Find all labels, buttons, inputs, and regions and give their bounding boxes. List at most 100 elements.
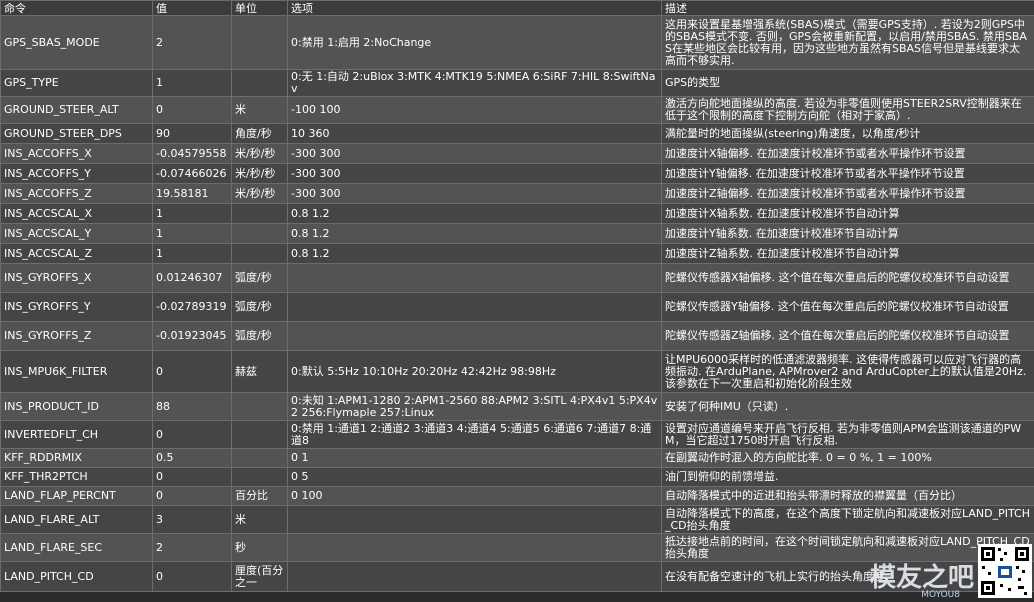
cell-description: 这用来设置星基增强系统(SBAS)模式（需要GPS支持）. 若设为2则GPS中的… (662, 16, 1034, 70)
cell-command: GPS_TYPE (1, 70, 153, 97)
cell-unit: 百分比 (232, 487, 288, 506)
cell-value[interactable]: 0.5 (153, 449, 232, 468)
cell-value[interactable]: 0 (153, 487, 232, 506)
cell-value[interactable]: 3 (153, 506, 232, 534)
cell-options: 0 1 (288, 449, 662, 468)
header-row: 命令 值 单位 选项 描述 (1, 1, 1034, 16)
cell-command: LAND_FLARE_SEC (1, 534, 153, 562)
cell-unit (232, 449, 288, 468)
cell-options: -100 100 (288, 97, 662, 124)
table-row[interactable]: INS_GYROFFS_X 0.01246307 弧度/秒 陀螺仪传感器X轴偏移… (1, 264, 1034, 293)
cell-command: INS_MPU6K_FILTER (1, 351, 153, 393)
cell-value[interactable]: 0 (153, 562, 232, 592)
table-row[interactable]: KFF_THR2PTCH 0 0 5 油门到俯仰的前馈增益. (1, 468, 1034, 487)
cell-description: 加速度计Z轴偏移. 在加速度计校准环节或者水平操作环节设置 (662, 184, 1034, 204)
cell-description: 让MPU6000采样时的低通滤波器频率. 这使得传感器可以应对飞行器的高频振动.… (662, 351, 1034, 393)
cell-value[interactable]: 1 (153, 70, 232, 97)
cell-command: INS_ACCOFFS_X (1, 144, 153, 164)
cell-options: -300 300 (288, 164, 662, 184)
cell-value[interactable]: 19.58181 (153, 184, 232, 204)
cell-unit: 米 (232, 506, 288, 534)
table-row[interactable]: INS_ACCOFFS_Z 19.58181 米/秒/秒 -300 300 加速… (1, 184, 1034, 204)
cell-command: GPS_SBAS_MODE (1, 16, 153, 70)
table-row[interactable]: LAND_FLAP_PERCNT 0 百分比 0 100 自动降落模式中的近进和… (1, 487, 1034, 506)
table-row[interactable]: INS_ACCOFFS_X -0.04579558 米/秒/秒 -300 300… (1, 144, 1034, 164)
table-row[interactable]: INVERTEDFLT_CH 0 0:禁用 1:通道1 2:通道2 3:通道3 … (1, 421, 1034, 449)
cell-value[interactable]: 90 (153, 124, 232, 144)
cell-value[interactable]: 1 (153, 244, 232, 264)
table-row[interactable]: KFF_RDDRMIX 0.5 0 1 在副翼动作时混入的方向舵比率. 0 = … (1, 449, 1034, 468)
cell-options: 0.8 1.2 (288, 244, 662, 264)
cell-options: 0:禁用 1:通道1 2:通道2 3:通道3 4:通道4 5:通道5 6:通道6… (288, 421, 662, 449)
cell-unit (232, 70, 288, 97)
column-header-options[interactable]: 选项 (288, 1, 662, 16)
table-row[interactable]: INS_ACCSCAL_Z 1 0.8 1.2 加速度计Z轴系数. 在加速度计校… (1, 244, 1034, 264)
cell-unit: 角度/秒 (232, 124, 288, 144)
cell-description: 安装了何种IMU（只读）. (662, 393, 1034, 421)
column-header-command[interactable]: 命令 (1, 1, 153, 16)
column-header-description[interactable]: 描述 (662, 1, 1034, 16)
cell-description: 自动降落模式下的高度，在这个高度下锁定航向和减速板对应LAND_PITCH_CD… (662, 506, 1034, 534)
cell-value[interactable]: 0 (153, 421, 232, 449)
cell-options: 0.8 1.2 (288, 224, 662, 244)
cell-value[interactable]: 88 (153, 393, 232, 421)
cell-value[interactable]: -0.01923045 (153, 322, 232, 351)
table-row[interactable]: INS_ACCSCAL_Y 1 0.8 1.2 加速度计Y轴系数. 在加速度计校… (1, 224, 1034, 244)
cell-value[interactable]: 0 (153, 97, 232, 124)
cell-description: 在副翼动作时混入的方向舵比率. 0 = 0 %, 1 = 100% (662, 449, 1034, 468)
table-row[interactable]: GPS_SBAS_MODE 2 0:禁用 1:启用 2:NoChange 这用来… (1, 16, 1034, 70)
cell-description: 加速度计Z轴系数. 在加速度计校准环节自动计算 (662, 244, 1034, 264)
cell-value[interactable]: -0.02789319 (153, 293, 232, 322)
cell-command: LAND_FLAP_PERCNT (1, 487, 153, 506)
cell-value[interactable]: 0.01246307 (153, 264, 232, 293)
cell-value[interactable]: 0 (153, 351, 232, 393)
cell-value[interactable]: 2 (153, 534, 232, 562)
cell-unit (232, 468, 288, 487)
cell-value[interactable]: 1 (153, 224, 232, 244)
cell-description: 设置对应通道编号来开启飞行反相. 若为非零值则APM会监测该通道的PWM，当它超… (662, 421, 1034, 449)
param-table: 命令 值 单位 选项 描述 GPS_SBAS_MODE 2 0:禁用 1:启用 … (0, 0, 1034, 592)
table-row[interactable]: INS_ACCSCAL_X 1 0.8 1.2 加速度计X轴系数. 在加速度计校… (1, 204, 1034, 224)
cell-options (288, 534, 662, 562)
cell-unit (232, 224, 288, 244)
column-header-value[interactable]: 值 (153, 1, 232, 16)
cell-options: 0.8 1.2 (288, 204, 662, 224)
cell-command: INS_PRODUCT_ID (1, 393, 153, 421)
table-row[interactable]: GPS_TYPE 1 0:无 1:自动 2:uBlox 3:MTK 4:MTK1… (1, 70, 1034, 97)
cell-description: GPS的类型 (662, 70, 1034, 97)
table-row[interactable]: INS_MPU6K_FILTER 0 赫兹 0:默认 5:5Hz 10:10Hz… (1, 351, 1034, 393)
cell-command: GROUND_STEER_DPS (1, 124, 153, 144)
cell-unit (232, 244, 288, 264)
cell-description: 油门到俯仰的前馈增益. (662, 468, 1034, 487)
cell-value[interactable]: -0.04579558 (153, 144, 232, 164)
cell-options: 0:禁用 1:启用 2:NoChange (288, 16, 662, 70)
cell-unit: 米/秒/秒 (232, 184, 288, 204)
table-row[interactable]: GROUND_STEER_DPS 90 角度/秒 10 360 满舵量时的地面操… (1, 124, 1034, 144)
watermark-logo-text: 模友之吧 (870, 557, 974, 594)
table-row[interactable]: INS_GYROFFS_Y -0.02789319 弧度/秒 陀螺仪传感器Y轴偏… (1, 293, 1034, 322)
cell-options (288, 562, 662, 592)
cell-unit: 米/秒/秒 (232, 164, 288, 184)
cell-unit (232, 421, 288, 449)
cell-options: 0 5 (288, 468, 662, 487)
cell-unit: 米 (232, 97, 288, 124)
cell-value[interactable]: 0 (153, 468, 232, 487)
cell-value[interactable]: 2 (153, 16, 232, 70)
cell-command: INS_GYROFFS_X (1, 264, 153, 293)
cell-description: 陀螺仪传感器Z轴偏移. 这个值在每次重启后的陀螺仪校准环节自动设置 (662, 322, 1034, 351)
table-row[interactable]: INS_PRODUCT_ID 88 0:未知 1:APM1-1280 2:APM… (1, 393, 1034, 421)
cell-command: INS_ACCOFFS_Z (1, 184, 153, 204)
cell-options: 0:未知 1:APM1-1280 2:APM1-2560 88:APM2 3:S… (288, 393, 662, 421)
cell-value[interactable]: 1 (153, 204, 232, 224)
table-row[interactable]: INS_ACCOFFS_Y -0.07466026 米/秒/秒 -300 300… (1, 164, 1034, 184)
column-header-unit[interactable]: 单位 (232, 1, 288, 16)
cell-unit (232, 393, 288, 421)
cell-description: 满舵量时的地面操纵(steering)角速度，以角度/秒计 (662, 124, 1034, 144)
table-row[interactable]: INS_GYROFFS_Z -0.01923045 弧度/秒 陀螺仪传感器Z轴偏… (1, 322, 1034, 351)
table-row[interactable]: GROUND_STEER_ALT 0 米 -100 100 激活方向舵地面操纵的… (1, 97, 1034, 124)
cell-command: INS_ACCOFFS_Y (1, 164, 153, 184)
cell-command: KFF_THR2PTCH (1, 468, 153, 487)
table-row[interactable]: LAND_FLARE_ALT 3 米 自动降落模式下的高度，在这个高度下锁定航向… (1, 506, 1034, 534)
cell-value[interactable]: -0.07466026 (153, 164, 232, 184)
cell-options: -300 300 (288, 184, 662, 204)
